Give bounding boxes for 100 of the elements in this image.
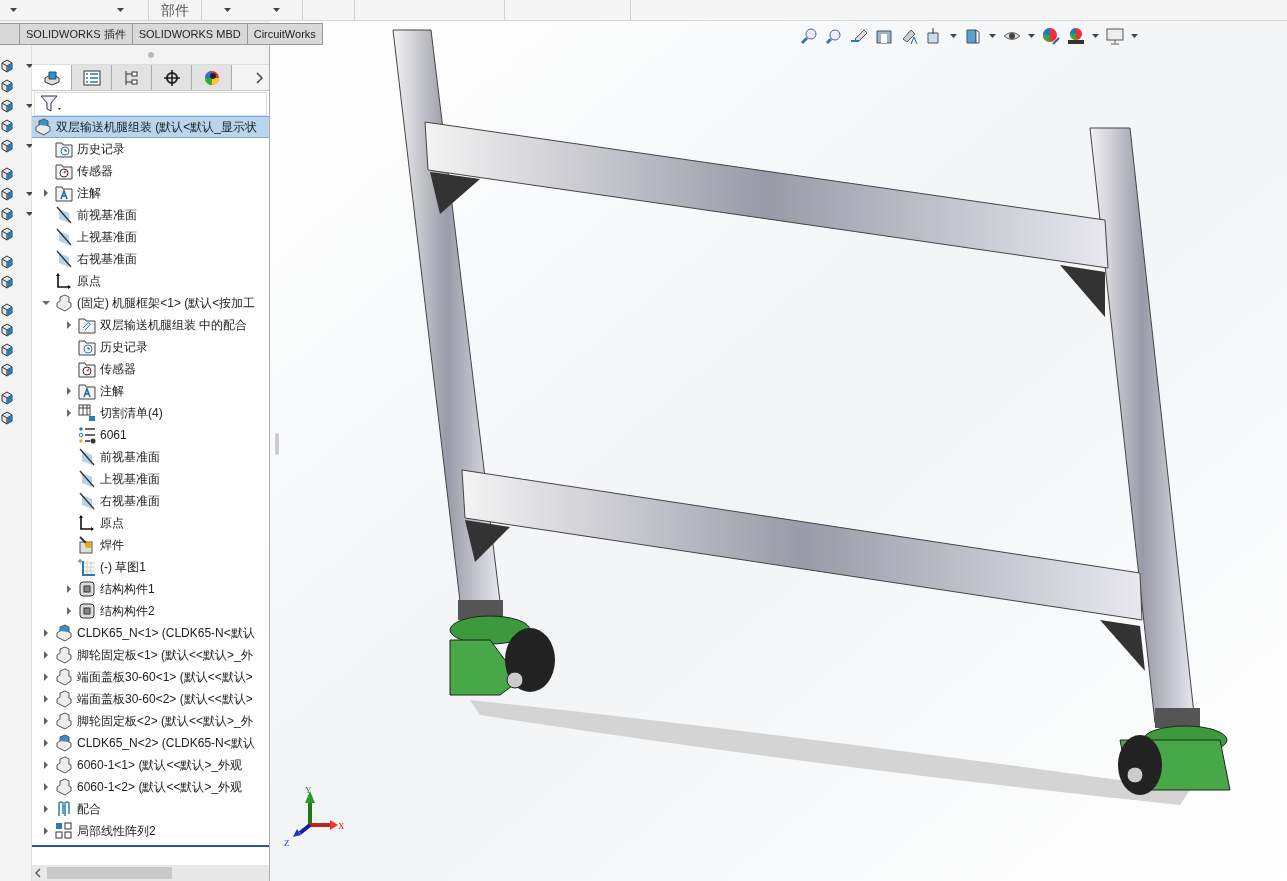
tree-item[interactable]: 原点 bbox=[32, 270, 269, 292]
tree-item[interactable]: 端面盖板30-60<1> (默认<<默认> bbox=[32, 666, 269, 688]
caret-icon[interactable] bbox=[1131, 34, 1138, 38]
tool-icon[interactable] bbox=[0, 79, 14, 93]
expand-arrow-icon[interactable] bbox=[41, 739, 50, 747]
caret-icon[interactable] bbox=[1092, 34, 1099, 38]
color-pencil-icon[interactable] bbox=[1042, 27, 1060, 45]
tree-item[interactable]: 脚轮固定板<2> (默认<<默认>_外 bbox=[32, 710, 269, 732]
expand-arrow-icon[interactable] bbox=[41, 189, 50, 197]
caret-icon[interactable] bbox=[26, 104, 33, 108]
tool-icon[interactable] bbox=[0, 99, 14, 113]
tree-item[interactable]: 结构构件2 bbox=[32, 600, 269, 622]
tool-icon[interactable] bbox=[0, 167, 14, 181]
tree-item[interactable]: 切割清单(4) bbox=[32, 402, 269, 424]
tree-item[interactable]: 焊件 bbox=[32, 534, 269, 556]
caret-icon[interactable] bbox=[950, 34, 957, 38]
tree-item[interactable]: 注解 bbox=[32, 380, 269, 402]
expand-arrow-icon[interactable] bbox=[41, 629, 50, 637]
tree-item[interactable]: 6060-1<1> (默认<<默认>_外观 bbox=[32, 754, 269, 776]
tool-icon[interactable] bbox=[0, 59, 14, 73]
tool-icon[interactable] bbox=[0, 139, 14, 153]
expand-arrow-icon[interactable] bbox=[64, 321, 73, 329]
tree-item[interactable]: 右视基准面 bbox=[32, 248, 269, 270]
tree-item[interactable]: 端面盖板30-60<2> (默认<<默认> bbox=[32, 688, 269, 710]
tree-item[interactable]: 脚轮固定板<1> (默认<<默认>_外 bbox=[32, 644, 269, 666]
caret-icon[interactable] bbox=[224, 8, 231, 12]
caret-icon[interactable] bbox=[10, 8, 17, 12]
command-tab[interactable]: CircuitWorks bbox=[247, 23, 323, 45]
horizontal-scrollbar[interactable] bbox=[32, 865, 269, 881]
tool-icon[interactable] bbox=[0, 207, 14, 221]
tree-item[interactable]: 历史记录 bbox=[32, 336, 269, 358]
expand-arrow-icon[interactable] bbox=[41, 651, 50, 659]
filter-icon[interactable] bbox=[39, 94, 63, 114]
panel-resize-handle[interactable] bbox=[275, 433, 279, 455]
axis-label: X bbox=[338, 822, 345, 831]
tree-item[interactable]: 上视基准面 bbox=[32, 226, 269, 248]
caret-icon[interactable] bbox=[26, 212, 33, 216]
tree-item[interactable]: 6061 bbox=[32, 424, 269, 446]
tree-item[interactable]: (-) 草图1 bbox=[32, 556, 269, 578]
tool-icon[interactable] bbox=[0, 303, 14, 317]
tool-icon[interactable] bbox=[0, 187, 14, 201]
caret-icon[interactable] bbox=[989, 34, 996, 38]
tool-icon[interactable] bbox=[0, 119, 14, 133]
panel-tab[interactable] bbox=[192, 65, 232, 90]
expand-arrow-icon[interactable] bbox=[64, 387, 73, 395]
command-tab[interactable]: SOLIDWORKS 插件 bbox=[20, 23, 133, 45]
tool-icon[interactable] bbox=[0, 227, 14, 241]
tool-icon[interactable] bbox=[0, 255, 14, 269]
tree-item[interactable]: 历史记录 bbox=[32, 138, 269, 160]
tree-item[interactable]: 传感器 bbox=[32, 160, 269, 182]
corner-bracket bbox=[430, 172, 480, 214]
expand-arrow-icon[interactable] bbox=[64, 409, 73, 417]
zoom-area-icon[interactable] bbox=[825, 27, 843, 45]
shaded-cube-icon[interactable] bbox=[964, 27, 982, 45]
tool-icon[interactable] bbox=[0, 363, 14, 377]
caret-icon[interactable] bbox=[26, 64, 33, 68]
tree-item[interactable]: 上视基准面 bbox=[32, 468, 269, 490]
command-tab[interactable]: SOLIDWORKS MBD bbox=[132, 23, 248, 45]
expand-arrow-icon[interactable] bbox=[64, 585, 73, 593]
caret-icon[interactable] bbox=[1028, 34, 1035, 38]
collapse-arrow-icon[interactable] bbox=[41, 299, 50, 307]
expand-arrow-icon[interactable] bbox=[41, 761, 50, 769]
expand-arrow-icon[interactable] bbox=[41, 827, 50, 835]
tree-item[interactable]: 配合 bbox=[32, 798, 269, 820]
tree-item[interactable]: 前视基准面 bbox=[32, 446, 269, 468]
tree-item[interactable]: 双层输送机腿组装 (默认<默认_显示状 bbox=[32, 116, 269, 138]
tree-item[interactable]: 局部线性阵列2 bbox=[32, 820, 269, 842]
tree-item[interactable]: 结构构件1 bbox=[32, 578, 269, 600]
tree-item[interactable]: 前视基准面 bbox=[32, 204, 269, 226]
tree-item[interactable]: CLDK65_N<1> (CLDK65-N<默认 bbox=[32, 622, 269, 644]
expand-arrow-icon[interactable] bbox=[41, 695, 50, 703]
panel-tab[interactable] bbox=[152, 65, 192, 90]
section-view-icon[interactable] bbox=[875, 27, 893, 45]
tool-icon[interactable] bbox=[0, 323, 14, 337]
tool-icon[interactable] bbox=[0, 391, 14, 405]
scene-icon[interactable] bbox=[1067, 27, 1085, 45]
caret-icon[interactable] bbox=[273, 8, 280, 12]
tree-item[interactable]: 右视基准面 bbox=[32, 490, 269, 512]
tree-item[interactable]: 原点 bbox=[32, 512, 269, 534]
tool-icon[interactable] bbox=[0, 275, 14, 289]
tree-item[interactable]: 双层输送机腿组装 中的配合 bbox=[32, 314, 269, 336]
tree-item[interactable]: CLDK65_N<2> (CLDK65-N<默认 bbox=[32, 732, 269, 754]
tool-icon[interactable] bbox=[0, 343, 14, 357]
expand-arrow-icon[interactable] bbox=[41, 673, 50, 681]
expand-arrow-icon[interactable] bbox=[64, 607, 73, 615]
tree-item[interactable]: 传感器 bbox=[32, 358, 269, 380]
expand-arrow-icon[interactable] bbox=[41, 717, 50, 725]
scroll-left-icon[interactable] bbox=[35, 868, 41, 878]
tree-item[interactable]: 6060-1<2> (默认<<默认>_外观 bbox=[32, 776, 269, 798]
zoom-to-fit-icon[interactable] bbox=[800, 27, 818, 45]
caret-icon[interactable] bbox=[26, 192, 33, 196]
caret-icon[interactable] bbox=[117, 8, 124, 12]
tree-item[interactable]: 注解 bbox=[32, 182, 269, 204]
tool-icon[interactable] bbox=[0, 411, 14, 425]
tree-item[interactable]: (固定) 机腿框架<1> (默认<按加工 bbox=[32, 292, 269, 314]
expand-arrow-icon[interactable] bbox=[41, 783, 50, 791]
caret-icon[interactable] bbox=[26, 144, 33, 148]
expand-arrow-icon[interactable] bbox=[41, 805, 50, 813]
panel-grip-icon[interactable] bbox=[147, 51, 154, 58]
panel-tab[interactable] bbox=[32, 65, 72, 90]
